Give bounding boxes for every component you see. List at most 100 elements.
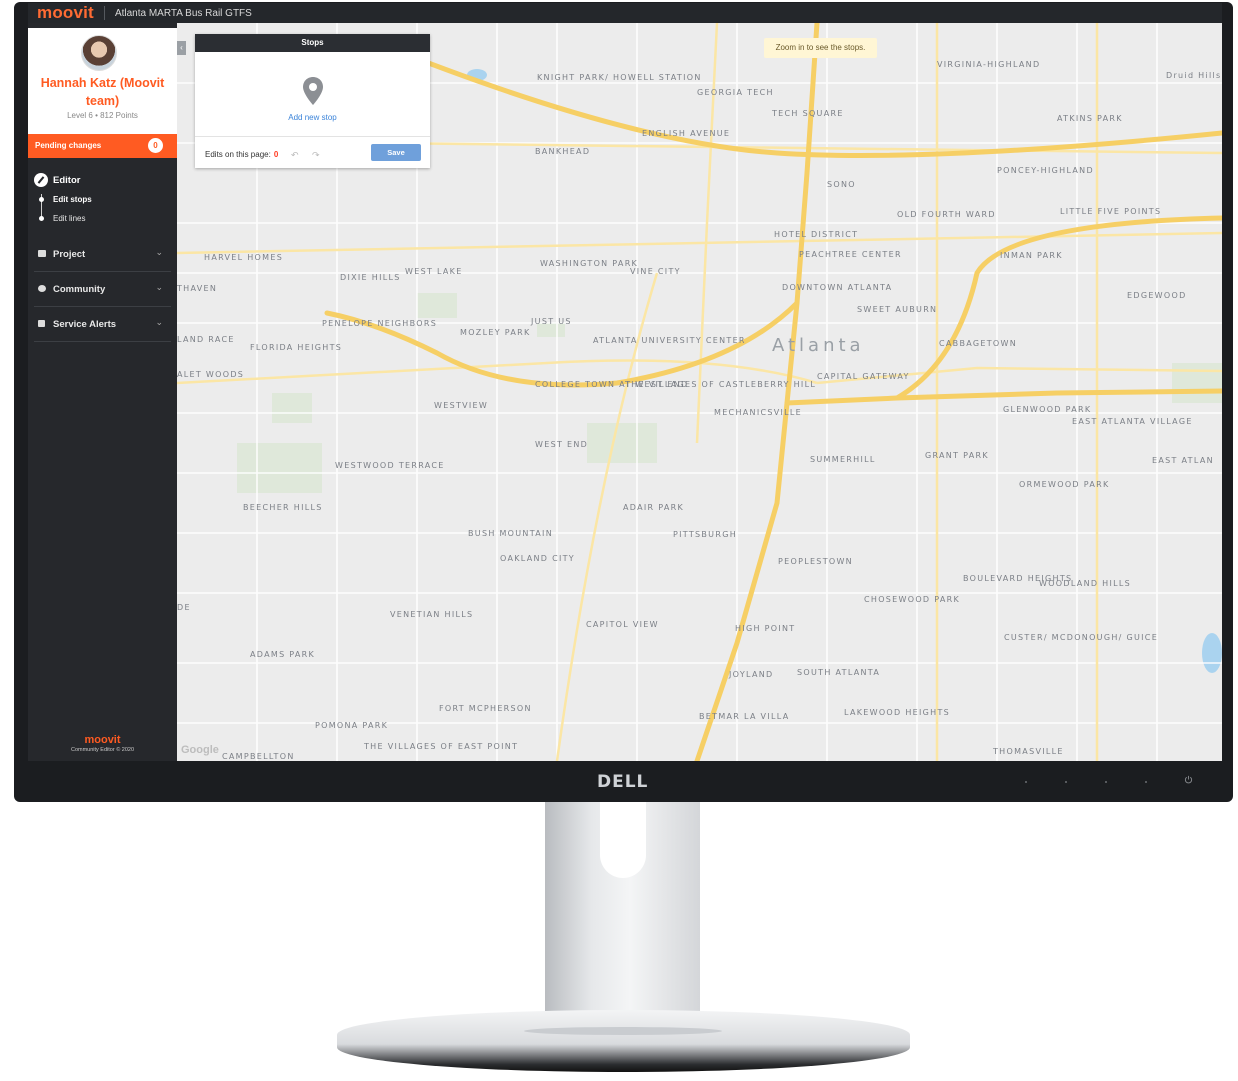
neighborhood-label: Druid Hills (1166, 71, 1222, 80)
neighborhood-label: THE VILLAGES OF EAST POINT (364, 742, 519, 751)
pending-changes-count: 0 (148, 138, 163, 153)
project-title: Atlanta MARTA Bus Rail GTFS (114, 7, 252, 19)
neighborhood-label: GRANT PARK (925, 451, 989, 460)
save-button[interactable]: Save (371, 144, 421, 161)
neighborhood-label: PEOPLESTOWN (778, 557, 853, 566)
neighborhood-label: WESTVIEW (434, 401, 489, 410)
neighborhood-label: POMONA PARK (315, 721, 389, 730)
pending-changes-label: Pending changes (35, 141, 102, 150)
neighborhood-label: OAKLAND CITY (500, 554, 575, 563)
monitor-button-dot (1105, 781, 1107, 783)
neighborhood-label: SWEET AUBURN (857, 305, 938, 314)
monitor-brand: DELL (597, 772, 649, 792)
neighborhood-label: ADAIR PARK (623, 503, 685, 512)
neighborhood-label: WOODLAND HILLS (1039, 579, 1132, 588)
neighborhood-label: ORMEWOOD PARK (1019, 480, 1110, 489)
power-icon (1184, 775, 1193, 784)
neighborhood-label: JOYLAND (729, 670, 774, 679)
sidebar: Hannah Katz (Moovit team) Level 6 • 812 … (28, 23, 177, 761)
neighborhood-label: FLORIDA HEIGHTS (250, 343, 343, 352)
edits-count: 0 (273, 150, 279, 159)
neighborhood-label: LAND RACE (177, 335, 235, 344)
nav-editor-label: Editor (53, 174, 81, 186)
neighborhood-label: TECH SQUARE (772, 109, 844, 118)
neighborhood-label: BANKHEAD (535, 147, 591, 156)
user-profile-card: Hannah Katz (Moovit team) Level 6 • 812 … (28, 28, 177, 158)
sidebar-section-community[interactable]: Community ⌄ (34, 271, 171, 307)
topbar-divider (103, 6, 105, 20)
neighborhood-label: WESTWOOD TERRACE (335, 461, 445, 470)
monitor-button-dot (1025, 781, 1027, 783)
neighborhood-label: THE VILLAGES OF CASTLEBERRY HILL (625, 380, 817, 389)
chevron-down-icon: ⌄ (155, 282, 163, 292)
neighborhood-label: SOUTH ATLANTA (797, 668, 881, 677)
user-name[interactable]: Hannah Katz (Moovit team) (28, 74, 177, 110)
subnav-dot-icon (39, 216, 44, 221)
sidebar-section-project[interactable]: Project ⌄ (34, 236, 171, 272)
panel-divider (195, 136, 430, 137)
neighborhood-label: FORT MCPHERSON (439, 704, 532, 713)
neighborhood-label: PITTSBURGH (673, 530, 738, 539)
neighborhood-label: PEACHTREE CENTER (799, 250, 902, 259)
neighborhood-label: THOMASVILLE (993, 747, 1064, 756)
neighborhood-label: VENETIAN HILLS (390, 610, 474, 619)
neighborhood-label: ATLANTA UNIVERSITY CENTER (593, 336, 746, 345)
neighborhood-label: INMAN PARK (1000, 251, 1063, 260)
monitor-stand-cable-hole (600, 800, 646, 878)
neighborhood-label: DE (177, 603, 191, 612)
neighborhood-label: GLENWOOD PARK (1003, 405, 1092, 414)
neighborhood-label: ALET WOODS (177, 370, 245, 379)
neighborhood-label: SUMMERHILL (810, 455, 876, 464)
avatar[interactable] (81, 35, 117, 71)
neighborhood-label: HARVEL HOMES (204, 253, 284, 262)
sidebar-section-service-alerts[interactable]: Service Alerts ⌄ (34, 306, 171, 342)
neighborhood-label: HIGH POINT (735, 624, 796, 633)
sidebar-section-label: Project (53, 249, 86, 260)
subnav-dot-icon (39, 197, 44, 202)
edits-label: Edits on this page: (205, 150, 271, 159)
neighborhood-label: THAVEN (177, 284, 218, 293)
neighborhood-label: CAMPBELLTON (222, 752, 295, 761)
map-pin-icon[interactable] (302, 76, 324, 106)
sidebar-section-label: Community (53, 284, 106, 295)
neighborhood-label: WASHINGTON PARK (540, 259, 639, 268)
neighborhood-label: KNIGHT PARK/ HOWELL STATION (537, 73, 702, 82)
neighborhood-label: DIXIE HILLS (340, 273, 401, 282)
moovit-logo[interactable]: moovit (37, 3, 94, 23)
neighborhood-label: VINE CITY (630, 267, 681, 276)
neighborhood-label: JUST US (531, 317, 572, 326)
sidebar-item-edit-lines[interactable]: Edit lines (53, 214, 85, 223)
neighborhood-label: CHOSEWOOD PARK (864, 595, 961, 604)
google-attribution[interactable]: Google (181, 744, 219, 756)
nav-editor[interactable]: Editor (34, 173, 80, 187)
neighborhood-label: WEST END (535, 440, 589, 449)
neighborhood-label: CAPITAL GATEWAY (817, 372, 910, 381)
neighborhood-label: LAKEWOOD HEIGHTS (844, 708, 951, 717)
monitor-button-dot (1145, 781, 1147, 783)
stops-panel: Stops Add new stop Edits on this page: 0 … (195, 34, 430, 168)
neighborhood-label: PENELOPE NEIGHBORS (322, 319, 438, 328)
pencil-icon (34, 173, 48, 187)
footer-copyright: Community Editor © 2020 (70, 747, 135, 753)
neighborhood-label: CUSTER/ MCDONOUGH/ GUICE (1004, 633, 1159, 642)
collapse-sidebar-button[interactable]: ‹ (177, 41, 186, 55)
stops-panel-title: Stops (195, 34, 430, 52)
neighborhood-label: EAST ATLAN (1152, 456, 1214, 465)
sidebar-item-edit-stops[interactable]: Edit stops (53, 195, 92, 204)
add-new-stop-link[interactable]: Add new stop (195, 113, 430, 122)
sidebar-section-label: Service Alerts (53, 319, 117, 330)
redo-icon[interactable]: ↷ (312, 150, 320, 161)
neighborhood-label: GEORGIA TECH (697, 88, 774, 97)
footer-logo: moovit (84, 734, 121, 746)
neighborhood-label: OLD FOURTH WARD (897, 210, 996, 219)
undo-icon[interactable]: ↶ (291, 150, 299, 161)
neighborhood-label: EDGEWOOD (1127, 291, 1187, 300)
chat-icon (38, 285, 46, 292)
neighborhood-label: EAST ATLANTA VILLAGE (1072, 417, 1193, 426)
pending-changes-bar[interactable]: Pending changes 0 (28, 134, 177, 158)
neighborhood-label: MECHANICSVILLE (714, 408, 803, 417)
neighborhood-label: MOZLEY PARK (460, 328, 531, 337)
monitor-base-slot (524, 1027, 722, 1035)
neighborhood-label: ENGLISH AVENUE (642, 129, 731, 138)
city-label: Atlanta (772, 335, 865, 356)
